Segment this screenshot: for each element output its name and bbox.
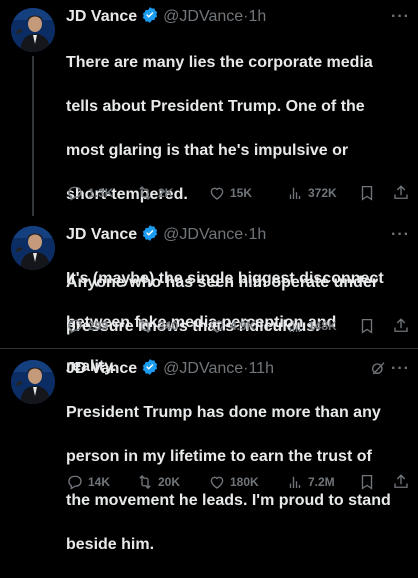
reply-count: 1.3K xyxy=(88,186,114,200)
like-count: 15K xyxy=(230,186,253,200)
share-button[interactable] xyxy=(392,183,414,203)
text-line: beside him. xyxy=(66,536,155,553)
repost-button[interactable]: 20K xyxy=(136,472,180,492)
tweet-1[interactable]: JD Vance @JDVance·1h ··· There are many l… xyxy=(0,0,418,335)
timestamp[interactable]: 1h xyxy=(248,226,266,243)
views-icon xyxy=(289,187,301,199)
author-name[interactable]: JD Vance xyxy=(66,8,137,25)
repost-count: 340 xyxy=(158,319,179,333)
text-line: person in my lifetime to earn the trust … xyxy=(66,448,372,465)
reply-count: 14K xyxy=(88,475,111,489)
views-button[interactable]: 7.2M xyxy=(286,472,335,492)
text-line: It's (maybe) the single biggest disconne… xyxy=(66,270,384,287)
action-bar: 293 340 4.9K 148K xyxy=(62,316,412,336)
reply-count: 293 xyxy=(88,319,109,333)
repost-icon xyxy=(139,475,151,489)
tweet-3[interactable]: JD Vance @JDVance·11h ··· President Trump… xyxy=(0,352,418,553)
views-icon xyxy=(289,476,301,488)
action-bar: 14K 20K 180K 7.2M xyxy=(62,472,412,492)
more-options-icon[interactable]: ··· xyxy=(391,358,410,380)
like-count: 4.9K xyxy=(230,319,256,333)
more-options-icon[interactable]: ··· xyxy=(391,224,410,246)
bookmark-icon xyxy=(361,318,373,334)
avatar[interactable] xyxy=(11,8,55,52)
more-options-icon[interactable]: ··· xyxy=(391,6,410,28)
repost-button[interactable]: 340 xyxy=(136,316,178,336)
reply-icon xyxy=(68,186,82,201)
views-button[interactable]: 148K xyxy=(286,316,337,336)
bookmark-button[interactable] xyxy=(358,316,380,336)
share-icon xyxy=(394,474,408,488)
views-count: 372K xyxy=(308,186,337,200)
views-button[interactable]: 372K xyxy=(286,183,337,203)
share-button[interactable] xyxy=(392,472,414,492)
like-button[interactable]: 15K xyxy=(208,183,252,203)
views-count: 7.2M xyxy=(308,475,335,489)
share-icon xyxy=(394,318,408,332)
tweet-2[interactable]: JD Vance @JDVance·1h ··· It's (maybe) the… xyxy=(0,218,418,375)
reply-button[interactable]: 14K xyxy=(66,472,110,492)
repost-count: 2K xyxy=(158,186,174,200)
tweet-divider xyxy=(0,348,418,349)
reply-button[interactable]: 1.3K xyxy=(66,183,113,203)
like-button[interactable]: 180K xyxy=(208,472,259,492)
text-line: most glaring is that he's impulsive or xyxy=(66,142,349,159)
text-line: tells about President Trump. One of the xyxy=(66,98,365,115)
bookmark-button[interactable] xyxy=(358,183,380,203)
repost-count: 20K xyxy=(158,475,181,489)
like-count: 180K xyxy=(230,475,259,489)
heart-icon xyxy=(210,476,224,489)
tweet-header: JD Vance @JDVance·11h ··· xyxy=(66,358,410,380)
heart-icon xyxy=(210,320,224,333)
heart-icon xyxy=(210,187,224,200)
reply-icon xyxy=(68,475,82,490)
verified-badge-icon xyxy=(141,6,159,31)
views-icon xyxy=(289,320,301,332)
share-button[interactable] xyxy=(392,316,414,336)
repost-button[interactable]: 2K xyxy=(136,183,173,203)
author-handle[interactable]: @JDVance xyxy=(163,360,243,377)
repost-icon xyxy=(139,319,151,333)
repost-icon xyxy=(139,186,151,200)
timestamp[interactable]: 1h xyxy=(248,8,266,25)
author-name[interactable]: JD Vance xyxy=(66,360,137,377)
bookmark-icon xyxy=(361,185,373,201)
like-button[interactable]: 4.9K xyxy=(208,316,255,336)
timestamp[interactable]: 11h xyxy=(248,360,274,377)
tweet-header: JD Vance @JDVance·1h ··· xyxy=(66,224,410,246)
author-name[interactable]: JD Vance xyxy=(66,226,137,243)
tweet-header: JD Vance @JDVance·1h ··· xyxy=(66,6,410,28)
views-count: 148K xyxy=(308,319,337,333)
text-line: the movement he leads. I'm proud to stan… xyxy=(66,492,391,509)
avatar[interactable] xyxy=(11,226,55,270)
author-handle[interactable]: @JDVance xyxy=(163,8,243,25)
text-line: There are many lies the corporate media xyxy=(66,54,373,71)
bookmark-icon xyxy=(361,474,373,490)
bookmark-button[interactable] xyxy=(358,472,380,492)
reply-button[interactable]: 293 xyxy=(66,316,108,336)
thread-line xyxy=(32,56,34,216)
author-handle[interactable]: @JDVance xyxy=(163,226,243,243)
avatar[interactable] xyxy=(11,360,55,404)
action-bar: 1.3K 2K 15K 372K xyxy=(62,183,412,203)
reply-icon xyxy=(68,319,82,334)
text-line: President Trump has done more than any xyxy=(66,404,381,421)
share-icon xyxy=(394,185,408,199)
